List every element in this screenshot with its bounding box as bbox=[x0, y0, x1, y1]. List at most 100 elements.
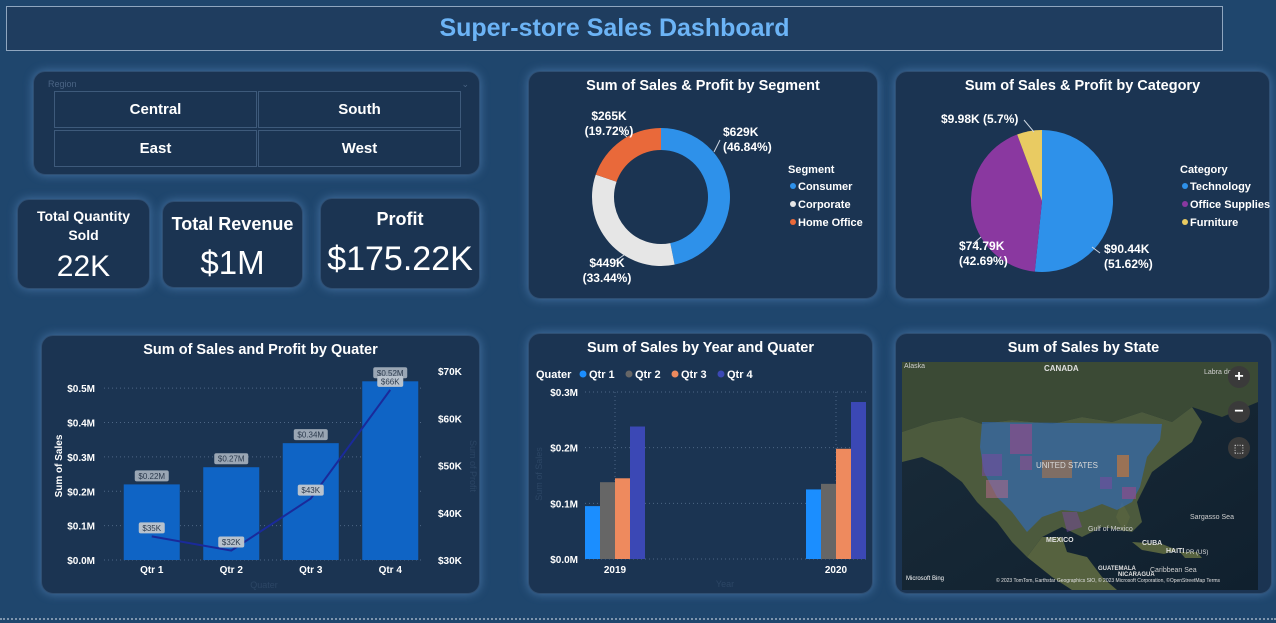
year-quarter-bar[interactable] bbox=[821, 483, 836, 559]
segment-slice-consumer[interactable] bbox=[661, 128, 730, 265]
kpi-profit: Profit $175.22K bbox=[320, 198, 480, 289]
state-sales-map[interactable]: Alaska CANADA Labra dor UNITED STATES Gu… bbox=[902, 362, 1258, 590]
year-quarter-bar[interactable] bbox=[806, 489, 821, 559]
year-quarter-legend-title: Quater bbox=[536, 369, 572, 381]
category-legend-item[interactable]: Furniture bbox=[1190, 217, 1238, 229]
year-quarter-legend-item[interactable]: Qtr 2 bbox=[635, 369, 661, 381]
year-quarter-chart-card: Sum of Sales by Year and Quater Quater Qt… bbox=[528, 333, 873, 594]
year-quarter-bar[interactable] bbox=[615, 478, 630, 559]
year-quarter-legend-marker bbox=[717, 370, 725, 378]
quarter-profit-line[interactable] bbox=[151, 389, 392, 552]
year-quarter-bar-chart: Quater Qtr 1 Qtr 2 Qtr 3 Qtr 4 $0.0M $0.1M $0.2… bbox=[534, 369, 869, 589]
year-quarter-bar[interactable] bbox=[836, 448, 851, 559]
quarter-x-tick: Qtr 3 bbox=[299, 565, 323, 576]
kpi-quantity-label-1: Total Quantity bbox=[36, 208, 131, 224]
state-map-title: Sum of Sales by State bbox=[1007, 340, 1160, 356]
year-quarter-legend-item[interactable]: Qtr 1 bbox=[589, 369, 615, 381]
year-quarter-y-axis-title: Sum of Sales bbox=[534, 447, 544, 501]
map-label-caribbean: Caribbean Sea bbox=[1150, 567, 1197, 574]
category-chart-card: Sum of Sales & Profit by Category $90.44… bbox=[895, 71, 1270, 299]
slicer-title: Region bbox=[48, 79, 77, 89]
year-quarter-legend-marker bbox=[625, 370, 633, 378]
category-leader-line bbox=[1023, 119, 1035, 133]
segment-donut-chart: $629K(46.84%) $449K(33.44%) $265K(19.72%) S… bbox=[583, 109, 863, 285]
map-label-canada: CANADA bbox=[1044, 364, 1079, 373]
segment-data-label: $629K bbox=[723, 125, 759, 139]
year-quarter-bar[interactable] bbox=[630, 426, 645, 559]
year-quarter-legend-item[interactable]: Qtr 4 bbox=[727, 369, 754, 381]
page-bottom-border bbox=[0, 618, 1276, 620]
slicer-option-south[interactable]: South bbox=[258, 91, 461, 128]
category-slice-technology[interactable] bbox=[1034, 130, 1114, 272]
quarter-y-tick: $0.2M bbox=[67, 487, 95, 498]
quarter-y2-tick: $70K bbox=[438, 367, 463, 378]
quarter-x-tick: Qtr 4 bbox=[379, 565, 403, 576]
kpi-revenue-label: Total Revenue bbox=[171, 214, 294, 234]
quarter-profit-label: $43K bbox=[301, 486, 320, 495]
quarter-x-tick: Qtr 1 bbox=[140, 565, 164, 576]
segment-legend-marker bbox=[790, 201, 796, 207]
year-quarter-y-tick: $0.3M bbox=[550, 388, 578, 399]
map-attribution: © 2023 TomTom, Earthstar Geographics SIO… bbox=[996, 577, 1221, 584]
year-quarter-bar[interactable] bbox=[585, 506, 600, 559]
segment-legend-item[interactable]: Corporate bbox=[798, 199, 851, 211]
slicer-option-west[interactable]: West bbox=[258, 130, 461, 167]
year-quarter-y-tick: $0.1M bbox=[550, 499, 578, 510]
category-data-label: $9.98K (5.7%) bbox=[941, 112, 1018, 126]
select-icon[interactable]: ⬚ bbox=[1228, 437, 1250, 459]
year-quarter-y-tick: $0.2M bbox=[550, 444, 578, 455]
quarter-sales-label: $0.27M bbox=[218, 455, 245, 464]
quarter-sales-bar[interactable] bbox=[123, 484, 180, 560]
region-slicer: Region ⌄ Central South East West bbox=[33, 71, 480, 175]
segment-chart-card: Sum of Sales & Profit by Segment $629K (4… bbox=[528, 71, 878, 299]
year-quarter-legend-item[interactable]: Qtr 3 bbox=[681, 369, 707, 381]
kpi-total-quantity: Total Quantity Sold 22K bbox=[17, 199, 150, 289]
category-legend-item[interactable]: Technology bbox=[1190, 181, 1252, 193]
segment-leader-line bbox=[713, 139, 721, 153]
quarter-sales-bar[interactable] bbox=[282, 443, 339, 560]
year-quarter-bar[interactable] bbox=[600, 482, 615, 559]
quarter-chart-card: Sum of Sales and Profit by Quater $0.0M $… bbox=[41, 335, 480, 594]
page-title: Super-store Sales Dashboard bbox=[439, 14, 790, 42]
kpi-total-revenue: Total Revenue $1M bbox=[162, 201, 303, 288]
quarter-y2-tick: $50K bbox=[438, 462, 463, 473]
quarter-sales-label: $0.22M bbox=[138, 472, 165, 481]
category-data-pct: (42.69%) bbox=[959, 254, 1008, 268]
map-label-gulf: Gulf of Mexico bbox=[1088, 526, 1133, 533]
segment-slice-corporate[interactable] bbox=[592, 174, 675, 266]
segment-legend-item[interactable]: Home Office bbox=[798, 217, 863, 229]
category-data-pct: (51.62%) bbox=[1104, 257, 1153, 271]
quarter-x-axis-title: Quater bbox=[250, 580, 278, 590]
map-label-cuba: CUBA bbox=[1142, 540, 1162, 547]
quarter-y-tick: $0.4M bbox=[67, 419, 95, 430]
slicer-option-east[interactable]: East bbox=[54, 130, 257, 167]
slicer-option-central[interactable]: Central bbox=[54, 91, 257, 128]
category-legend-marker bbox=[1182, 201, 1188, 207]
year-quarter-x-tick: 2019 bbox=[604, 565, 627, 576]
quarter-x-tick: Qtr 2 bbox=[220, 565, 244, 576]
quarter-y2-tick: $40K bbox=[438, 509, 463, 520]
map-label-us: UNITED STATES bbox=[1036, 461, 1098, 470]
kpi-profit-value: $175.22K bbox=[327, 240, 473, 278]
map-label-mexico: MEXICO bbox=[1046, 537, 1074, 544]
state-map-card: Sum of Sales by State Alaska CANADA Labr… bbox=[895, 333, 1272, 594]
category-legend-item[interactable]: Office Supplies bbox=[1190, 199, 1270, 211]
segment-data-pct: (19.72%) bbox=[585, 124, 634, 138]
quarter-sales-bar[interactable] bbox=[362, 381, 419, 560]
quarter-profit-label: $35K bbox=[142, 524, 161, 533]
year-quarter-legend-marker bbox=[671, 370, 679, 378]
year-quarter-bar[interactable] bbox=[851, 402, 866, 559]
chevron-down-icon[interactable]: ⌄ bbox=[461, 79, 469, 90]
segment-legend-item[interactable]: Consumer bbox=[798, 181, 853, 193]
zoom-out-icon[interactable]: − bbox=[1228, 401, 1250, 423]
segment-data-pct: (33.44%) bbox=[583, 271, 632, 285]
segment-legend-title: Segment bbox=[788, 164, 835, 176]
category-data-label: $90.44K bbox=[1104, 242, 1150, 256]
map-label-alaska: Alaska bbox=[904, 363, 925, 370]
kpi-quantity-value: 22K bbox=[56, 250, 111, 283]
category-pie-chart: $90.44K(51.62%) $74.79K(42.69%) $9.98K (5.… bbox=[941, 112, 1270, 272]
map-label-pr: PR (US) bbox=[1186, 550, 1208, 556]
zoom-in-icon[interactable]: + bbox=[1228, 366, 1250, 388]
year-quarter-legend-marker bbox=[579, 370, 587, 378]
quarter-profit-label: $32K bbox=[222, 538, 241, 547]
